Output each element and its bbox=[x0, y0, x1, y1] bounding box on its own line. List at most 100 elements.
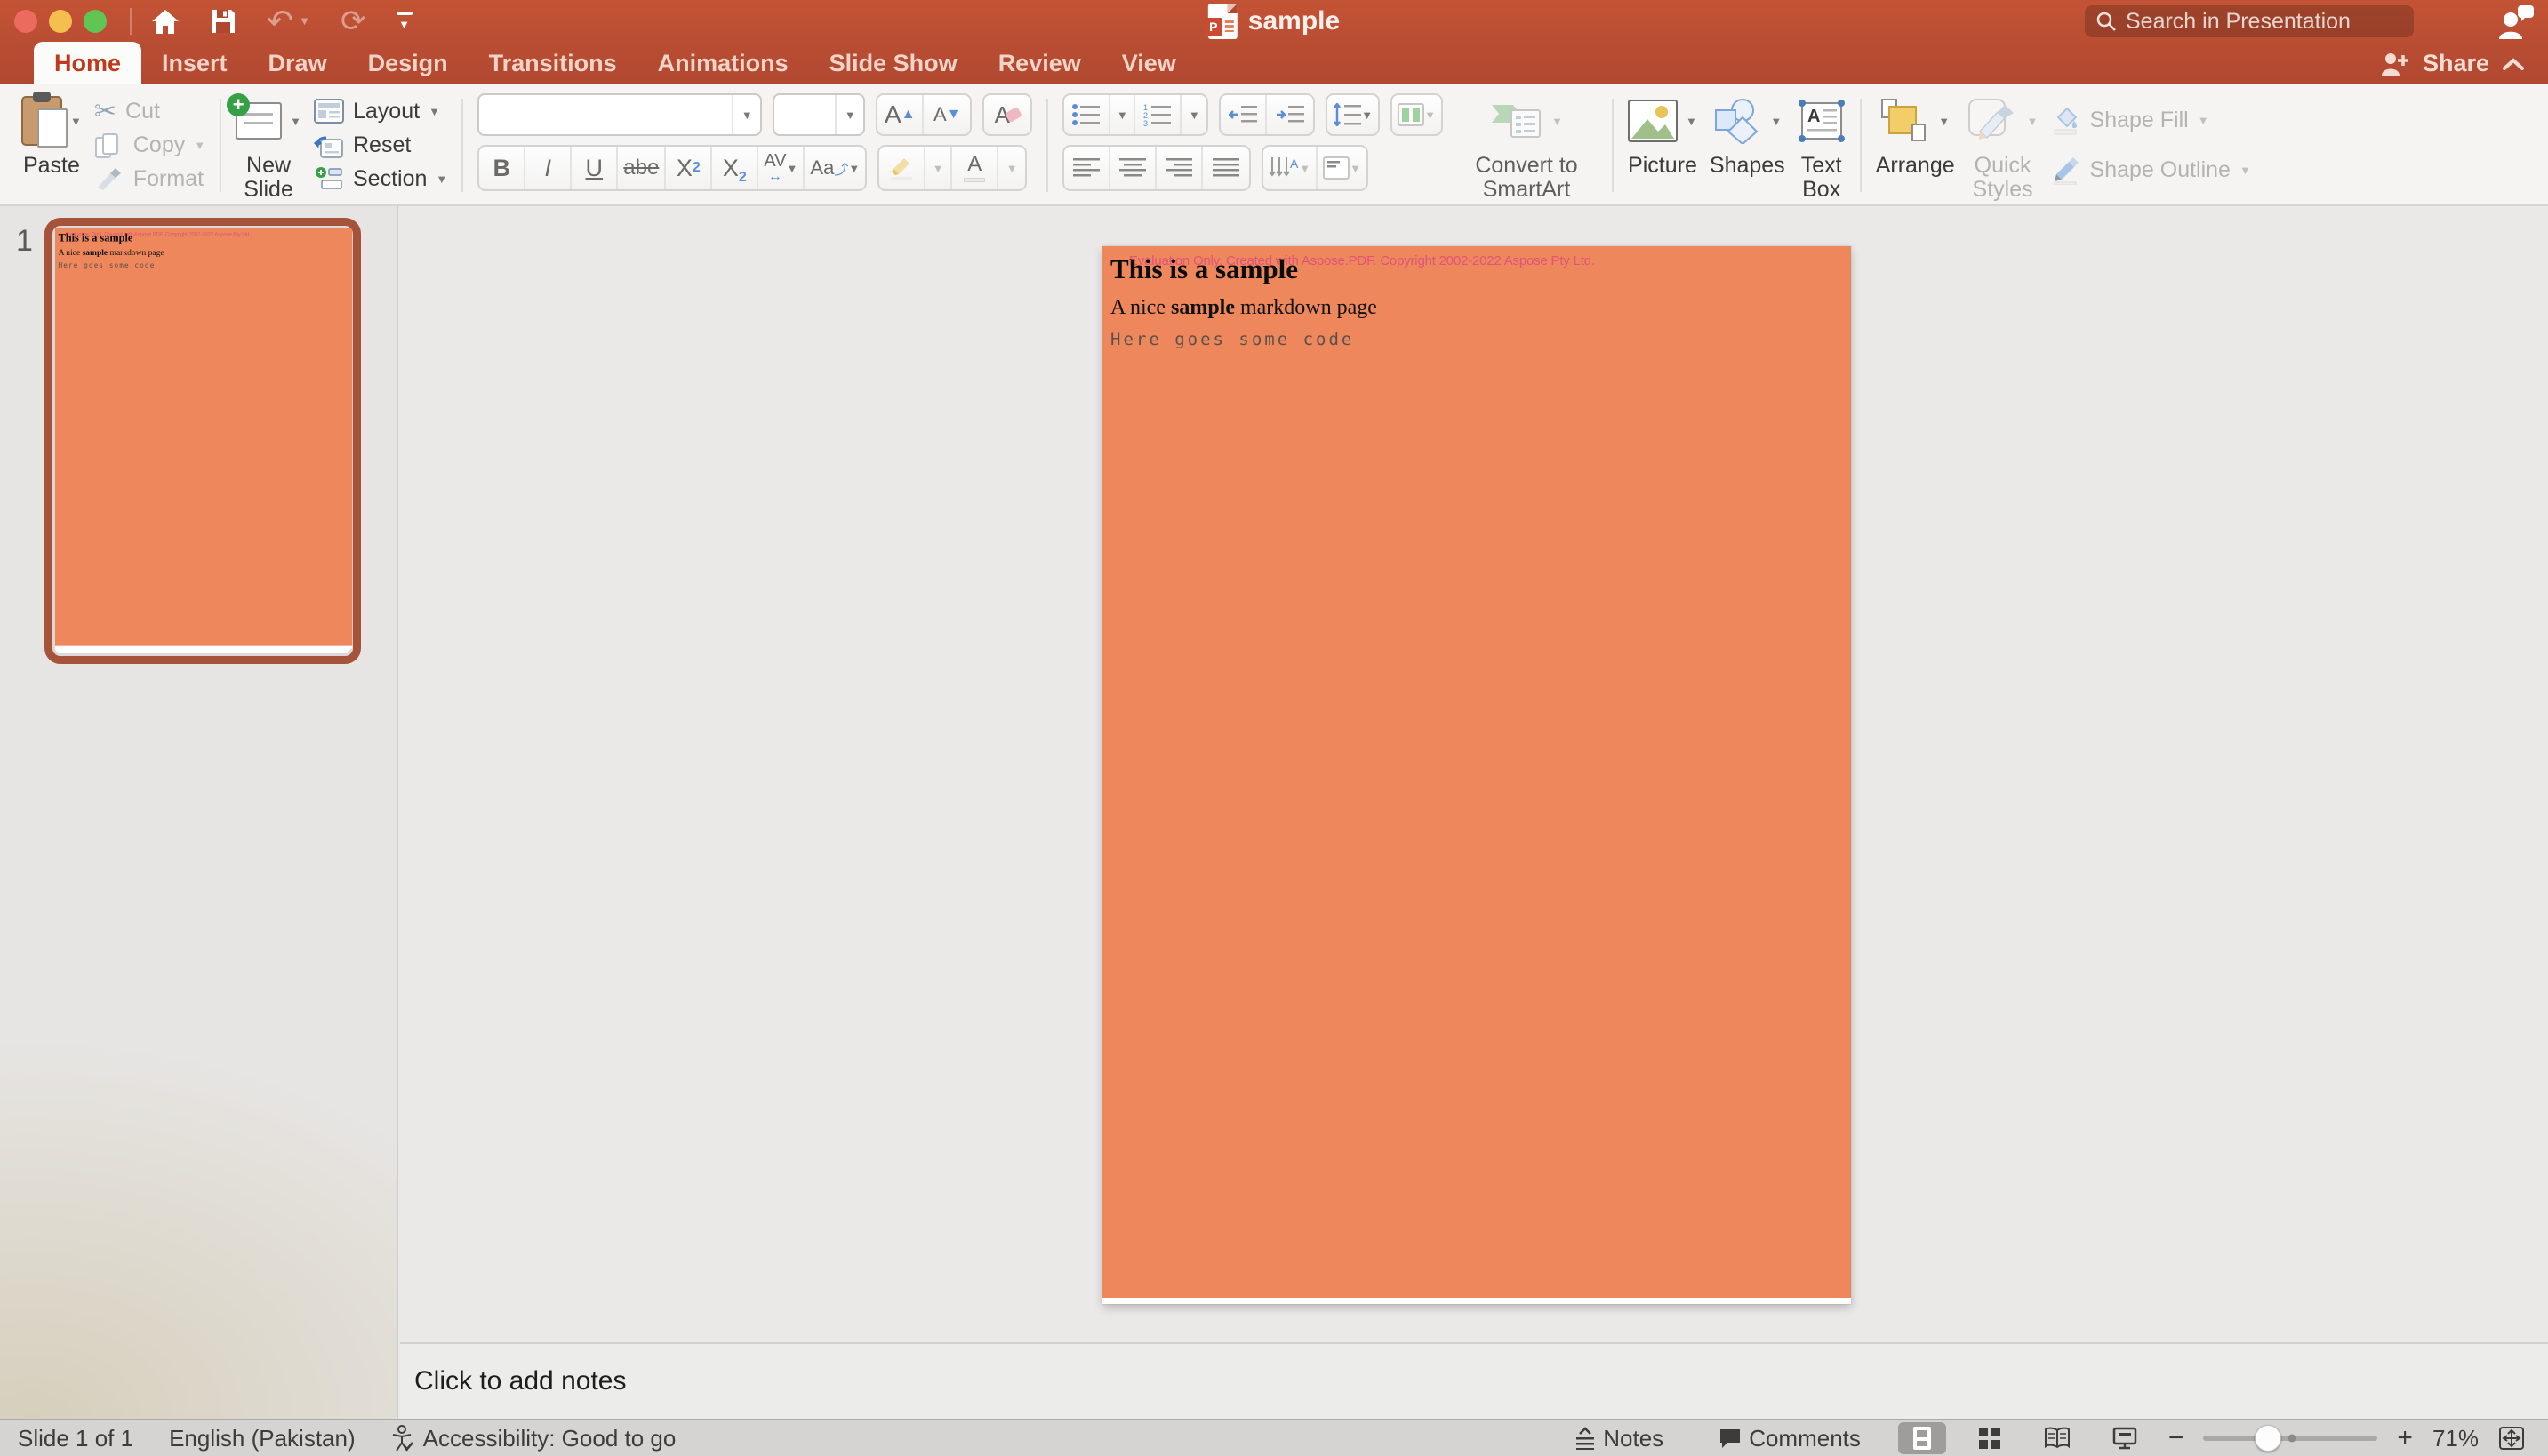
picture-dropdown[interactable]: ▼ bbox=[1686, 116, 1697, 127]
change-case-button[interactable]: Aa⤴ ▼ bbox=[805, 147, 865, 189]
redo-icon[interactable]: ⟳ bbox=[341, 6, 366, 36]
clear-formatting-button[interactable]: A bbox=[984, 95, 1030, 134]
new-slide-button[interactable]: + ▼ New Slide bbox=[236, 93, 301, 202]
decrease-indent-button[interactable] bbox=[1221, 95, 1267, 134]
quick-styles-dropdown[interactable]: ▼ bbox=[2027, 116, 2039, 127]
shape-outline-button[interactable]: Shape Outline ▼ bbox=[2051, 154, 2251, 186]
reset-button[interactable]: Reset bbox=[314, 129, 447, 161]
decrease-font-size-button[interactable]: A▼ bbox=[924, 95, 970, 134]
justify-button[interactable] bbox=[1203, 147, 1249, 189]
collapse-ribbon-icon[interactable] bbox=[2502, 57, 2525, 71]
align-center-button[interactable] bbox=[1110, 147, 1157, 189]
picture-button[interactable]: ▼ Picture bbox=[1628, 93, 1697, 178]
subscript-button[interactable]: X2 bbox=[712, 147, 758, 189]
columns-dropdown[interactable]: ▼ bbox=[1424, 109, 1436, 121]
increase-indent-button[interactable] bbox=[1267, 95, 1313, 134]
arrange-button[interactable]: ▼ Arrange bbox=[1876, 93, 1955, 178]
layout-dropdown[interactable]: ▼ bbox=[429, 106, 440, 117]
slide-title[interactable]: This is a sample bbox=[1110, 253, 1298, 285]
paste-dropdown[interactable]: ▼ bbox=[70, 116, 82, 127]
minimize-window-button[interactable] bbox=[49, 10, 72, 33]
zoom-window-button[interactable] bbox=[84, 10, 107, 33]
cut-button[interactable]: ✂ Cut bbox=[94, 95, 205, 127]
section-dropdown[interactable]: ▼ bbox=[436, 173, 447, 185]
shape-fill-button[interactable]: Shape Fill ▼ bbox=[2051, 104, 2251, 136]
font-size-dropdown[interactable]: ▼ bbox=[835, 95, 863, 134]
notes-toggle[interactable]: Notes bbox=[1557, 1425, 1681, 1452]
font-color-dropdown[interactable]: ▼ bbox=[998, 147, 1025, 189]
shape-fill-dropdown[interactable]: ▼ bbox=[2198, 115, 2209, 126]
text-direction-button[interactable]: A ▼ bbox=[1263, 147, 1318, 189]
character-spacing-dropdown[interactable]: ▼ bbox=[787, 163, 798, 174]
tab-insert[interactable]: Insert bbox=[141, 42, 248, 84]
quick-styles-button[interactable]: ▼ Quick Styles bbox=[1967, 93, 2039, 202]
slide-1-thumbnail[interactable]: Evaluation Only. Created with Aspose.PDF… bbox=[44, 218, 361, 664]
tab-slide-show[interactable]: Slide Show bbox=[809, 42, 978, 84]
line-spacing-button[interactable]: ▼ bbox=[1327, 95, 1378, 134]
paste-button[interactable]: ▼ Paste bbox=[21, 93, 82, 178]
slide-body[interactable]: A nice sample markdown page bbox=[1110, 296, 1377, 320]
columns-button[interactable]: ▼ bbox=[1392, 95, 1441, 134]
customize-toolbar-icon[interactable]: ▼ bbox=[397, 12, 413, 31]
reading-view-button[interactable] bbox=[2033, 1422, 2081, 1454]
numbering-button[interactable]: 123 bbox=[1135, 95, 1182, 134]
close-window-button[interactable] bbox=[14, 10, 37, 33]
copy-dropdown[interactable]: ▼ bbox=[194, 140, 205, 151]
slide-editor[interactable]: Evaluation Only. Created with Aspose.PDF… bbox=[1102, 246, 1851, 1304]
text-direction-dropdown[interactable]: ▼ bbox=[1299, 163, 1310, 174]
section-button[interactable]: Section ▼ bbox=[314, 163, 447, 195]
slide-sorter-view-button[interactable] bbox=[1966, 1422, 2014, 1454]
notes-pane[interactable]: Click to add notes bbox=[400, 1342, 2548, 1419]
format-painter-button[interactable]: Format bbox=[94, 163, 205, 195]
highlight-color-button[interactable] bbox=[879, 147, 925, 189]
editor-canvas[interactable]: Evaluation Only. Created with Aspose.PDF… bbox=[400, 206, 2548, 1342]
text-box-button[interactable]: A Text Box bbox=[1798, 93, 1846, 202]
bold-button[interactable]: B bbox=[479, 147, 525, 189]
zoom-slider-thumb[interactable] bbox=[2255, 1425, 2281, 1452]
bullets-dropdown[interactable]: ▼ bbox=[1110, 95, 1135, 134]
save-icon[interactable] bbox=[210, 8, 236, 35]
line-spacing-dropdown[interactable]: ▼ bbox=[1361, 109, 1373, 121]
share-button[interactable]: Share bbox=[2423, 50, 2489, 77]
font-name-combo[interactable]: ▼ bbox=[477, 93, 762, 136]
increase-font-size-button[interactable]: A▲ bbox=[877, 95, 924, 134]
shape-outline-dropdown[interactable]: ▼ bbox=[2240, 164, 2251, 176]
comments-toggle[interactable]: Comments bbox=[1701, 1425, 1879, 1452]
zoom-slider[interactable] bbox=[2203, 1436, 2377, 1441]
tab-animations[interactable]: Animations bbox=[637, 42, 809, 84]
align-text-dropdown[interactable]: ▼ bbox=[1350, 163, 1361, 174]
accessibility-status[interactable]: Accessibility: Good to go bbox=[373, 1425, 694, 1452]
tab-review[interactable]: Review bbox=[978, 42, 1102, 84]
font-size-combo[interactable]: ▼ bbox=[773, 93, 865, 136]
character-spacing-button[interactable]: AV ↔ ▼ bbox=[758, 147, 805, 189]
superscript-button[interactable]: X2 bbox=[666, 147, 712, 189]
highlight-color-dropdown[interactable]: ▼ bbox=[925, 147, 952, 189]
underline-button[interactable]: U bbox=[572, 147, 618, 189]
align-right-button[interactable] bbox=[1157, 147, 1203, 189]
language-indicator[interactable]: English (Pakistan) bbox=[151, 1425, 373, 1452]
align-text-button[interactable]: ▼ bbox=[1318, 147, 1366, 189]
undo-icon[interactable]: ↶▼ bbox=[267, 5, 310, 37]
font-name-dropdown[interactable]: ▼ bbox=[732, 95, 760, 134]
bullets-button[interactable] bbox=[1064, 95, 1110, 134]
zoom-out-button[interactable]: − bbox=[2168, 1425, 2184, 1452]
search-field[interactable] bbox=[2085, 5, 2414, 37]
zoom-percentage[interactable]: 71% bbox=[2432, 1425, 2479, 1452]
tab-transitions[interactable]: Transitions bbox=[469, 42, 637, 84]
fit-slide-to-window-button[interactable] bbox=[2498, 1426, 2525, 1451]
italic-button[interactable]: I bbox=[525, 147, 572, 189]
copy-button[interactable]: Copy ▼ bbox=[94, 129, 205, 161]
zoom-in-button[interactable]: + bbox=[2397, 1425, 2413, 1452]
new-slide-dropdown[interactable]: ▼ bbox=[290, 116, 301, 127]
presence-icon[interactable] bbox=[2496, 4, 2536, 41]
tab-draw[interactable]: Draw bbox=[248, 42, 348, 84]
home-icon[interactable] bbox=[151, 8, 180, 35]
arrange-dropdown[interactable]: ▼ bbox=[1938, 116, 1950, 127]
numbering-dropdown[interactable]: ▼ bbox=[1182, 95, 1206, 134]
shapes-button[interactable]: ▼ Shapes bbox=[1710, 93, 1785, 178]
smartart-dropdown[interactable]: ▼ bbox=[1551, 116, 1563, 127]
normal-view-button[interactable] bbox=[1898, 1422, 1946, 1454]
tab-home[interactable]: Home bbox=[34, 42, 141, 84]
tab-view[interactable]: View bbox=[1102, 42, 1197, 84]
tab-design[interactable]: Design bbox=[348, 42, 469, 84]
